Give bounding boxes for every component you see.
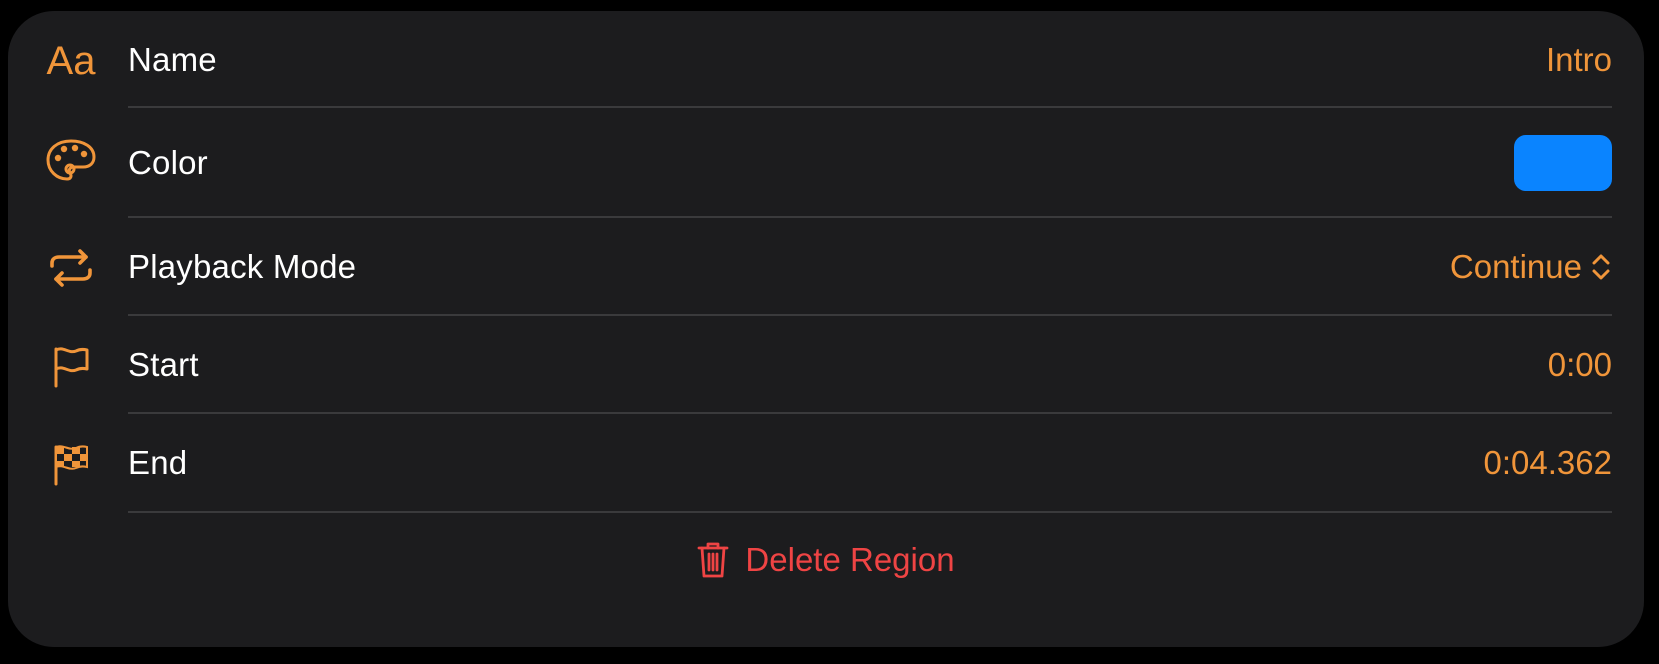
color-label: Color <box>128 144 208 181</box>
palette-icon <box>42 138 100 182</box>
name-label: Name <box>128 41 217 78</box>
playback-mode-label: Playback Mode <box>128 248 357 285</box>
start-label: Start <box>128 346 199 383</box>
start-value[interactable]: 0:00 <box>1548 346 1612 384</box>
region-settings-card: Aa Name Intro Color Playback Mode Contin… <box>8 11 1644 647</box>
trash-icon <box>697 541 729 579</box>
delete-region-button[interactable]: Delete Region <box>8 541 1644 579</box>
playback-mode-row[interactable]: Playback Mode Continue <box>8 218 1644 315</box>
end-value[interactable]: 0:04.362 <box>1484 444 1612 482</box>
name-row[interactable]: Aa Name Intro <box>8 11 1644 107</box>
checkered-flag-icon <box>42 444 100 486</box>
text-format-icon: Aa <box>46 39 96 83</box>
end-label: End <box>128 444 188 481</box>
playback-mode-value: Continue <box>1449 248 1582 285</box>
end-row[interactable]: End 0:04.362 <box>8 414 1644 512</box>
flag-icon <box>42 346 100 388</box>
color-row[interactable]: Color <box>8 108 1644 216</box>
color-value[interactable] <box>1514 135 1612 191</box>
color-swatch[interactable] <box>1514 135 1612 191</box>
delete-region-label: Delete Region <box>745 541 955 578</box>
divider <box>128 511 1612 513</box>
name-value[interactable]: Intro <box>1546 41 1612 79</box>
repeat-icon <box>42 248 100 288</box>
playback-mode-picker[interactable]: Continue <box>1450 248 1612 286</box>
start-row[interactable]: Start 0:00 <box>8 316 1644 413</box>
chevron-up-down-icon <box>1590 252 1612 282</box>
